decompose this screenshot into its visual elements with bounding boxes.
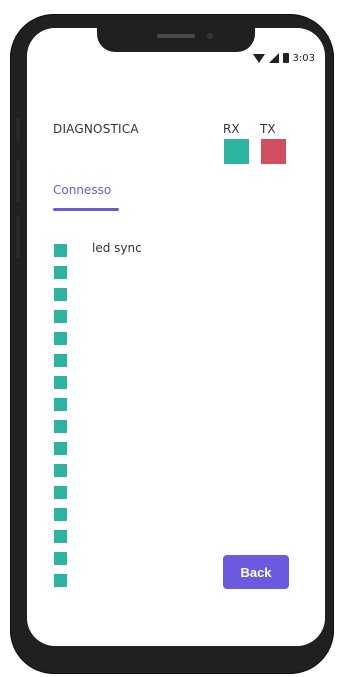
led-indicator	[54, 552, 67, 565]
speaker	[157, 34, 195, 38]
led-indicator	[54, 288, 67, 301]
tx-indicator	[261, 139, 286, 164]
led-indicator	[54, 266, 67, 279]
led-indicator	[54, 464, 67, 477]
signal-icon	[268, 53, 279, 63]
app-screen: 3:03 DIAGNOSTICA RX TX Connesso led sync…	[27, 28, 325, 646]
page-title: DIAGNOSTICA	[53, 122, 139, 136]
wifi-icon	[252, 53, 265, 63]
notch	[97, 28, 255, 52]
volume-up-button	[16, 159, 20, 203]
led-indicator	[54, 244, 67, 257]
led-indicator	[54, 376, 67, 389]
tab-connesso[interactable]: Connesso	[53, 183, 111, 197]
rx-label: RX	[223, 122, 240, 136]
camera	[207, 33, 213, 39]
led-indicator	[54, 530, 67, 543]
led-indicator	[54, 310, 67, 323]
volume-down-button	[16, 215, 20, 259]
led-indicator	[54, 354, 67, 367]
status-bar: 3:03	[252, 50, 315, 66]
tab-active-underline	[53, 208, 119, 211]
status-time: 3:03	[292, 52, 315, 64]
led-indicator	[54, 442, 67, 455]
led-label: led sync	[92, 241, 142, 255]
led-indicator	[54, 332, 67, 345]
battery-icon	[282, 53, 289, 63]
side-button	[16, 117, 20, 141]
led-list	[54, 244, 67, 587]
led-indicator	[54, 398, 67, 411]
rx-indicator	[224, 139, 249, 164]
led-indicator	[54, 574, 67, 587]
back-button[interactable]: Back	[223, 555, 289, 589]
led-indicator	[54, 420, 67, 433]
led-indicator	[54, 508, 67, 521]
tx-label: TX	[260, 122, 276, 136]
led-indicator	[54, 486, 67, 499]
